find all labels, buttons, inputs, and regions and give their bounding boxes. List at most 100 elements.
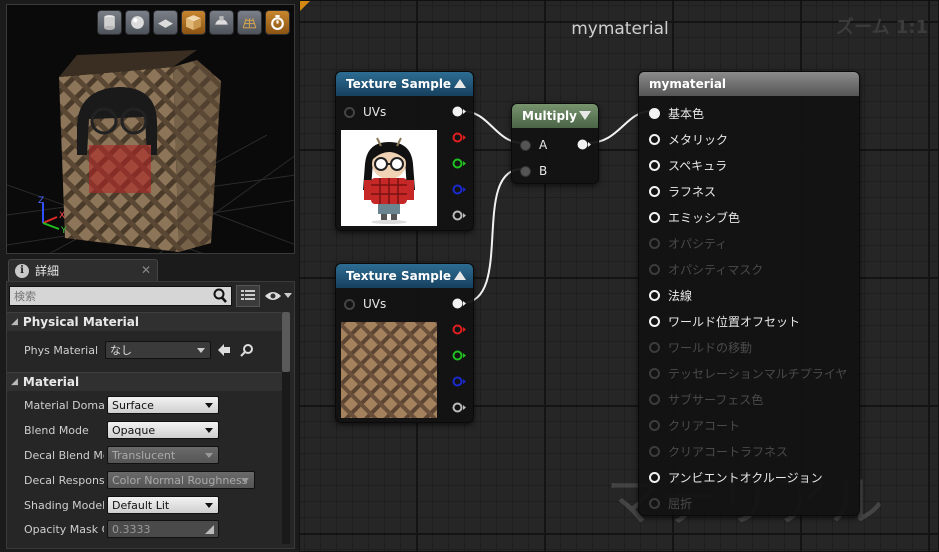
multiply-node[interactable]: Multiply A B [511, 103, 599, 184]
cube-button[interactable] [181, 10, 206, 35]
details-tab[interactable]: i 詳細 ✕ [8, 259, 158, 281]
node-header[interactable]: Texture Sample [336, 264, 473, 288]
pin-label: 基本色 [668, 107, 705, 121]
use-selected-arrow-icon[interactable] [217, 343, 231, 357]
green-output-pin[interactable] [452, 350, 466, 361]
pin-label: エミッシブ色 [668, 211, 741, 225]
grid-toggle-button[interactable] [237, 10, 262, 35]
rgb-output-pin[interactable] [452, 298, 466, 309]
input-pin-icon [649, 212, 660, 223]
phys-material-combo[interactable]: なし [105, 341, 211, 359]
plane-button[interactable] [153, 10, 178, 35]
property-row-shading-model: Shading Model Default Lit [7, 493, 287, 517]
material-domain-combo[interactable]: Surface [107, 396, 219, 414]
node-header[interactable]: Multiply [512, 104, 598, 128]
browse-search-icon[interactable] [240, 343, 254, 357]
decal-blend-mode-combo: Translucent [107, 446, 219, 464]
result-input-pin[interactable]: アンビエントオクルージョン [649, 469, 823, 486]
green-output-pin[interactable] [452, 158, 466, 169]
category-material[interactable]: ◢ Material [7, 372, 287, 391]
cylinder-icon [104, 15, 115, 30]
property-label: Phys Material [24, 343, 99, 357]
category-label: Physical Material [22, 315, 139, 329]
property-label: Blend Mode [24, 423, 89, 437]
collapse-icon[interactable] [454, 79, 466, 88]
alpha-output-pin[interactable] [452, 210, 466, 221]
rgb-output-pin[interactable] [452, 106, 466, 117]
category-physical-material[interactable]: ◢ Physical Material [7, 312, 287, 331]
input-pin-icon [649, 264, 660, 275]
pin-label: A [539, 138, 548, 152]
node-title: Multiply [522, 109, 577, 123]
multiply-input-b[interactable]: B [520, 164, 547, 178]
details-search-input[interactable] [9, 286, 233, 306]
pin-label: 屈折 [668, 497, 693, 511]
cube-icon [186, 15, 201, 30]
axis-gizmo [42, 203, 60, 230]
combo-value: Surface [112, 398, 154, 412]
collapse-icon[interactable] [454, 271, 466, 280]
pin-label: サブサーフェス色 [668, 393, 764, 407]
shading-model-combo[interactable]: Default Lit [107, 496, 219, 514]
scrollbar-thumb[interactable] [282, 312, 290, 372]
material-preview-viewport[interactable]: Z X Y [6, 4, 295, 254]
blue-output-pin[interactable] [452, 184, 466, 195]
pin-label: B [539, 164, 548, 178]
view-options-button[interactable] [264, 290, 292, 302]
field-value: 0.3333 [112, 522, 151, 536]
input-pin-icon [649, 368, 660, 379]
blend-mode-combo[interactable]: Opaque [107, 421, 219, 439]
custom-mesh-button[interactable] [209, 10, 234, 35]
texture-preview-lattice [341, 322, 437, 418]
result-input-pin[interactable]: 基本色 [649, 105, 704, 122]
cylinder-button[interactable] [97, 10, 122, 35]
input-pin-icon [520, 139, 531, 151]
result-input-pin[interactable]: エミッシブ色 [649, 209, 740, 226]
result-input-pin: ワールドの移動 [649, 339, 752, 356]
realtime-button[interactable] [265, 10, 290, 35]
uvs-input-pin[interactable]: UVs [344, 105, 386, 119]
alpha-output-pin[interactable] [452, 402, 466, 413]
sphere-button[interactable] [125, 10, 150, 35]
property-label: Decal Response [24, 473, 104, 487]
property-matrix-button[interactable] [236, 285, 260, 307]
chevron-down-icon [197, 348, 205, 353]
result-input-pin[interactable]: ワールド位置オフセット [649, 313, 800, 330]
multiply-input-a[interactable]: A [520, 138, 547, 152]
axis-x-label: X [59, 211, 65, 221]
input-pin-icon [649, 498, 660, 509]
input-pin-icon [649, 446, 660, 457]
details-scrollbar[interactable] [282, 312, 290, 544]
material-graph-editor[interactable]: mymaterial ズーム 1:1 マテリアル Texture Sample … [299, 0, 939, 552]
collapse-icon: ◢ [11, 377, 18, 387]
property-row-blend-mode: Blend Mode Opaque [7, 418, 287, 442]
tab-close-icon[interactable]: ✕ [141, 263, 151, 277]
result-input-pin[interactable]: 法線 [649, 287, 692, 304]
preview-toolbar [97, 10, 290, 35]
chevron-down-icon [205, 453, 213, 458]
red-output-pin[interactable] [452, 132, 466, 143]
texture-sample-node-2[interactable]: Texture Sample UVs [335, 263, 474, 423]
input-pin-icon [649, 316, 660, 327]
uvs-input-pin[interactable]: UVs [344, 297, 386, 311]
category-label: Material [22, 375, 80, 389]
texture-sample-node-1[interactable]: Texture Sample UVs [335, 71, 474, 231]
result-input-pin[interactable]: ラフネス [649, 183, 716, 200]
result-input-pin: テッセレーションマルチプライヤ [649, 365, 847, 382]
combo-value: Opaque [112, 423, 156, 437]
result-input-pin: 屈折 [649, 495, 692, 512]
blue-output-pin[interactable] [452, 376, 466, 387]
grid-toggle-icon [242, 18, 257, 29]
node-header[interactable]: Texture Sample [336, 72, 473, 96]
result-input-pin[interactable]: メタリック [649, 131, 728, 148]
material-result-node[interactable]: mymaterial 基本色 メタリック スペキュラ ラフネス エミッシブ色 オパシティオ… [638, 71, 860, 516]
property-label: Decal Blend Mode [24, 448, 104, 462]
result-input-pin[interactable]: スペキュラ [649, 157, 727, 174]
node-header[interactable]: mymaterial [639, 72, 859, 96]
multiply-output-pin[interactable] [577, 139, 591, 150]
preview-cube [59, 50, 221, 252]
input-pin-icon [649, 420, 660, 431]
red-output-pin[interactable] [452, 324, 466, 335]
expand-icon[interactable] [579, 111, 591, 120]
input-pin-icon [649, 186, 660, 197]
